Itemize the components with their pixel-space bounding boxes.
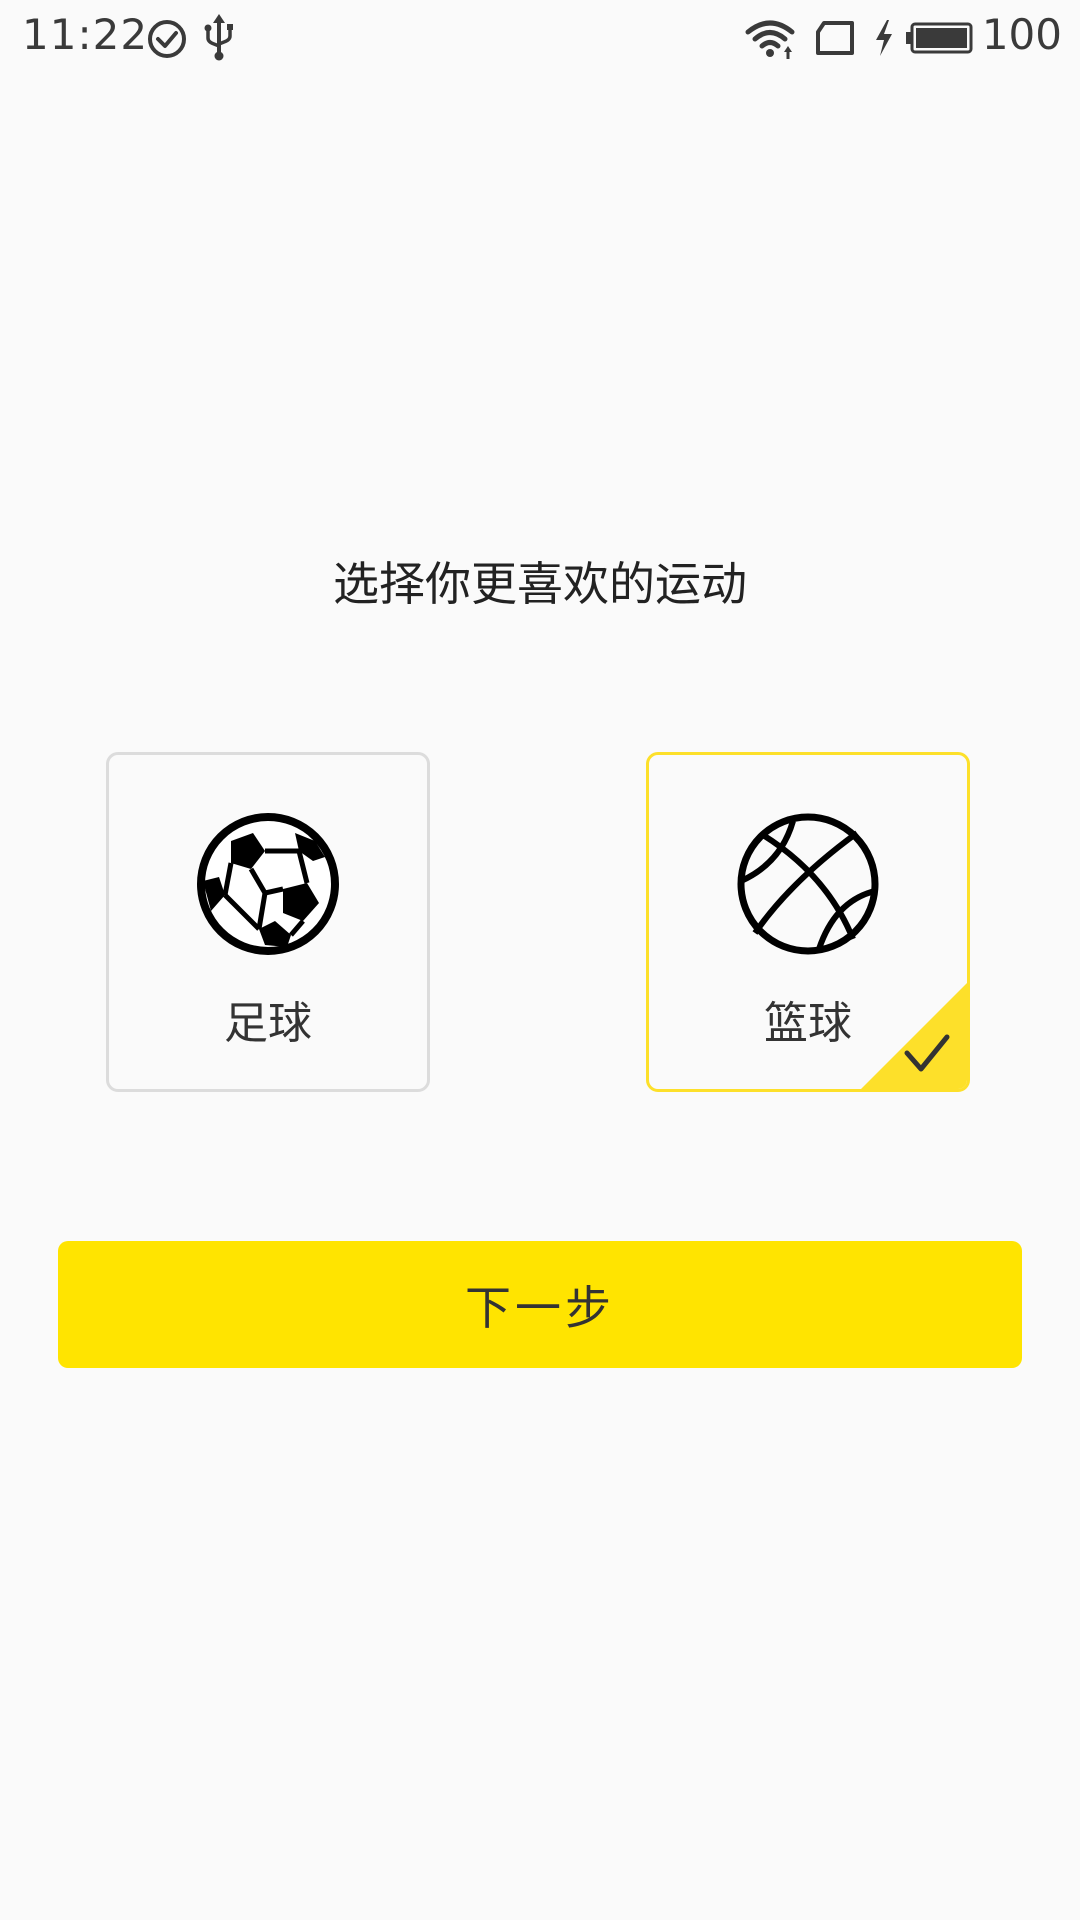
basketball-icon xyxy=(737,813,879,955)
screen-rotate-icon xyxy=(816,21,854,55)
soccer-ball-icon xyxy=(197,813,339,955)
screen: 11:22 100 选择你更喜欢的运动 足球 篮球 下一步 xyxy=(0,0,1080,1920)
page-title: 选择你更喜欢的运动 xyxy=(333,557,747,611)
selected-check-icon xyxy=(861,983,967,1089)
option-card-basketball[interactable]: 篮球 xyxy=(646,752,970,1092)
usb-icon xyxy=(204,14,233,61)
battery-percentage: 100 xyxy=(981,10,1062,59)
status-bar: 11:22 100 xyxy=(0,0,1080,76)
battery-icon xyxy=(906,22,973,54)
status-time: 11:22 xyxy=(22,10,149,59)
option-label-football: 足球 xyxy=(224,998,312,1049)
check-circle-icon xyxy=(148,20,186,58)
option-card-football[interactable]: 足球 xyxy=(106,752,430,1092)
next-button[interactable]: 下一步 xyxy=(58,1241,1022,1368)
wifi-icon xyxy=(745,20,795,59)
charging-icon xyxy=(876,20,892,56)
next-button-label: 下一步 xyxy=(465,1281,615,1334)
